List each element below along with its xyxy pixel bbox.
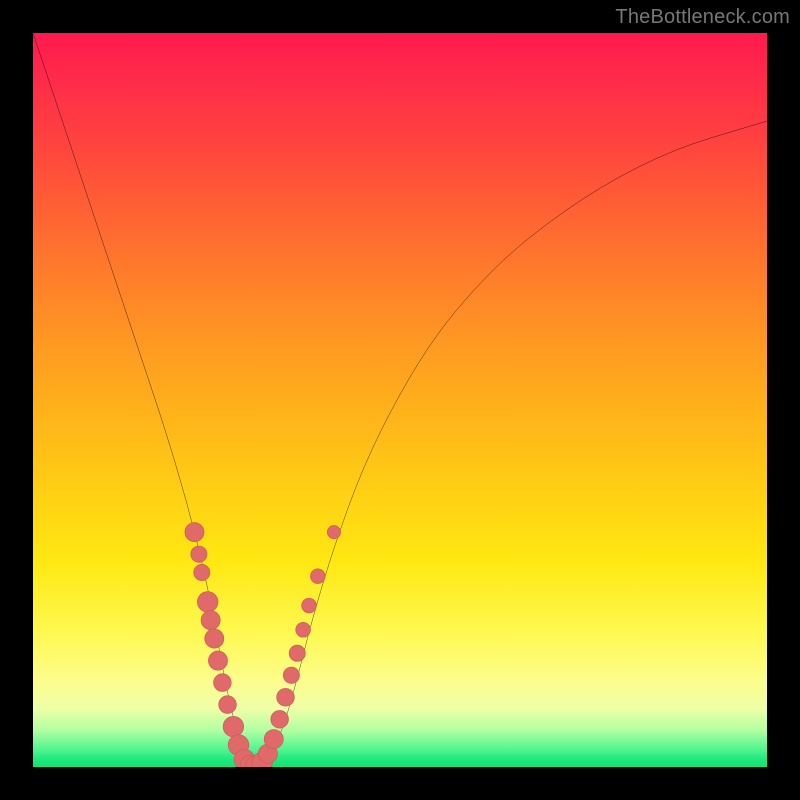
sample-point	[185, 523, 204, 542]
curve-group	[33, 33, 767, 765]
sample-point	[289, 645, 305, 661]
watermark-text: TheBottleneck.com	[615, 6, 790, 29]
chart-svg	[33, 33, 767, 767]
sample-point	[310, 569, 325, 584]
sample-point	[283, 667, 299, 683]
sample-point	[271, 710, 289, 728]
sample-point	[205, 629, 224, 648]
sample-point	[219, 696, 237, 714]
sample-points-group	[185, 523, 341, 767]
sample-point	[201, 611, 220, 630]
sample-point	[327, 526, 340, 539]
sample-point	[302, 598, 317, 613]
sample-point	[194, 564, 210, 580]
sample-point	[277, 688, 295, 706]
sample-point	[223, 716, 244, 737]
sample-point	[296, 622, 311, 637]
sample-point	[197, 592, 218, 613]
bottleneck-curve-path	[33, 33, 767, 765]
plot-area	[33, 33, 767, 767]
sample-point	[208, 651, 227, 670]
sample-point	[264, 730, 283, 749]
chart-frame: TheBottleneck.com	[0, 0, 800, 800]
sample-point	[191, 546, 207, 562]
sample-point	[214, 674, 232, 692]
